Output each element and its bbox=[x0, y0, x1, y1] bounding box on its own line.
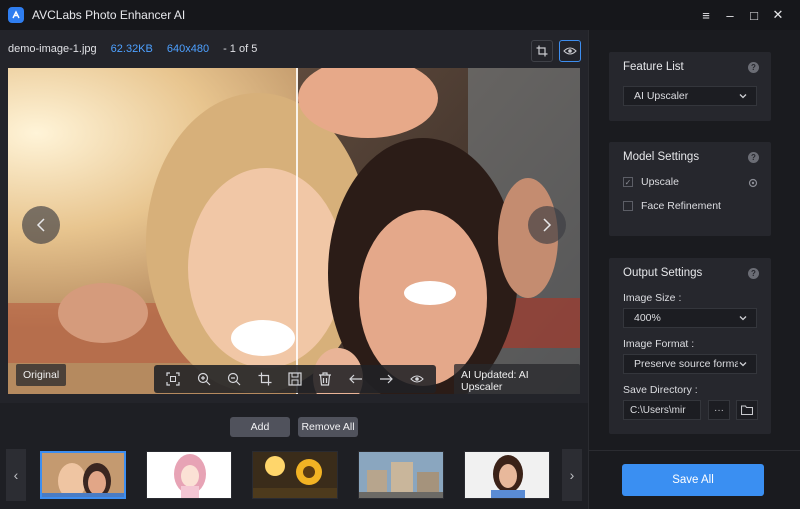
face-refinement-option[interactable]: Face Refinement bbox=[623, 200, 721, 212]
help-icon[interactable]: ? bbox=[748, 62, 759, 73]
model-settings-title: Model Settings bbox=[623, 151, 700, 163]
help-icon[interactable]: ? bbox=[748, 152, 759, 163]
preview-panel: demo-image-1.jpg 62.32KB 640x480 - 1 of … bbox=[0, 30, 588, 509]
feature-list-card: Feature List ? AI Upscaler bbox=[609, 52, 771, 121]
app-title: AVCLabs Photo Enhancer AI bbox=[32, 8, 186, 22]
app-logo-icon bbox=[8, 7, 24, 23]
maximize-button[interactable]: □ bbox=[742, 3, 766, 27]
feature-select[interactable]: AI Upscaler bbox=[623, 86, 757, 106]
file-dimensions: 640x480 bbox=[166, 43, 210, 55]
thumbnails-prev-button[interactable]: ‹ bbox=[6, 449, 26, 501]
feature-select-value: AI Upscaler bbox=[634, 90, 689, 102]
image-size-label: Image Size : bbox=[623, 292, 682, 304]
zoom-out-icon[interactable] bbox=[225, 370, 243, 388]
add-button[interactable]: Add bbox=[230, 417, 290, 437]
settings-panel: Feature List ? AI Upscaler Model Setting… bbox=[588, 30, 800, 509]
crop-tool-icon[interactable] bbox=[256, 370, 274, 388]
crop-icon[interactable] bbox=[531, 40, 553, 62]
folder-icon[interactable] bbox=[736, 400, 758, 420]
chevron-down-icon bbox=[739, 94, 747, 99]
remove-all-button[interactable]: Remove All bbox=[298, 417, 358, 437]
eye-icon[interactable] bbox=[408, 370, 426, 388]
ai-updated-badge: AI Updated: AI Upscaler bbox=[454, 364, 580, 394]
next-image-button[interactable] bbox=[528, 206, 566, 244]
thumbnails-next-button[interactable]: › bbox=[562, 449, 582, 501]
file-name: demo-image-1.jpg bbox=[8, 43, 97, 55]
gear-icon[interactable] bbox=[747, 177, 759, 189]
menu-icon[interactable]: ≡ bbox=[694, 3, 718, 27]
upscale-label: Upscale bbox=[641, 176, 679, 188]
image-format-value: Preserve source format bbox=[634, 358, 738, 370]
delete-icon[interactable] bbox=[316, 370, 334, 388]
output-settings-card: Output Settings ? Image Size : 400% Imag… bbox=[609, 258, 771, 434]
upscale-option[interactable]: ✓ Upscale bbox=[623, 176, 679, 188]
close-button[interactable]: ✕ bbox=[766, 3, 790, 27]
thumbnail-image-1[interactable] bbox=[40, 451, 126, 499]
chevron-down-icon bbox=[739, 362, 747, 367]
image-format-label: Image Format : bbox=[623, 338, 695, 350]
arrow-right-icon[interactable] bbox=[377, 370, 395, 388]
save-directory-label: Save Directory : bbox=[623, 384, 698, 396]
photo-preview bbox=[8, 68, 580, 394]
model-settings-card: Model Settings ? ✓ Upscale Face Refineme… bbox=[609, 142, 771, 236]
file-position: - 1 of 5 bbox=[223, 43, 258, 55]
divider bbox=[589, 450, 800, 451]
image-size-value: 400% bbox=[634, 312, 661, 324]
save-all-button[interactable]: Save All bbox=[622, 464, 764, 496]
thumbnail-image-3[interactable] bbox=[252, 451, 338, 499]
thumbnail-image-5[interactable] bbox=[464, 451, 550, 499]
save-directory-input[interactable]: C:\Users\mir bbox=[623, 400, 701, 420]
image-viewer[interactable]: Original AI Updated: AI Upscaler bbox=[8, 68, 580, 394]
checkbox-checked-icon[interactable]: ✓ bbox=[623, 177, 633, 187]
image-toolbar bbox=[154, 365, 436, 393]
more-options-button[interactable]: ··· bbox=[708, 400, 730, 420]
minimize-button[interactable]: – bbox=[718, 3, 742, 27]
checkbox-unchecked-icon[interactable] bbox=[623, 201, 633, 211]
arrow-left-icon[interactable] bbox=[347, 370, 365, 388]
image-format-select[interactable]: Preserve source format bbox=[623, 354, 757, 374]
previous-image-button[interactable] bbox=[22, 206, 60, 244]
feature-list-title: Feature List bbox=[623, 61, 684, 73]
file-size: 62.32KB bbox=[110, 43, 153, 55]
file-info-bar: demo-image-1.jpg 62.32KB 640x480 - 1 of … bbox=[0, 30, 588, 68]
thumbnail-image-4[interactable] bbox=[358, 451, 444, 499]
face-refinement-label: Face Refinement bbox=[641, 200, 721, 212]
zoom-in-icon[interactable] bbox=[195, 370, 213, 388]
save-icon[interactable] bbox=[286, 370, 304, 388]
thumbnail-strip: Add Remove All ‹ › bbox=[0, 403, 588, 509]
thumbnail-image-2[interactable] bbox=[146, 451, 232, 499]
help-icon[interactable]: ? bbox=[748, 268, 759, 279]
chevron-down-icon bbox=[739, 316, 747, 321]
compare-divider[interactable] bbox=[296, 68, 298, 394]
image-size-select[interactable]: 400% bbox=[623, 308, 757, 328]
title-bar: AVCLabs Photo Enhancer AI ≡ – □ ✕ bbox=[0, 0, 800, 30]
fit-screen-icon[interactable] bbox=[164, 370, 182, 388]
output-settings-title: Output Settings bbox=[623, 267, 703, 279]
compare-eye-icon[interactable] bbox=[559, 40, 581, 62]
original-badge: Original bbox=[16, 364, 67, 386]
